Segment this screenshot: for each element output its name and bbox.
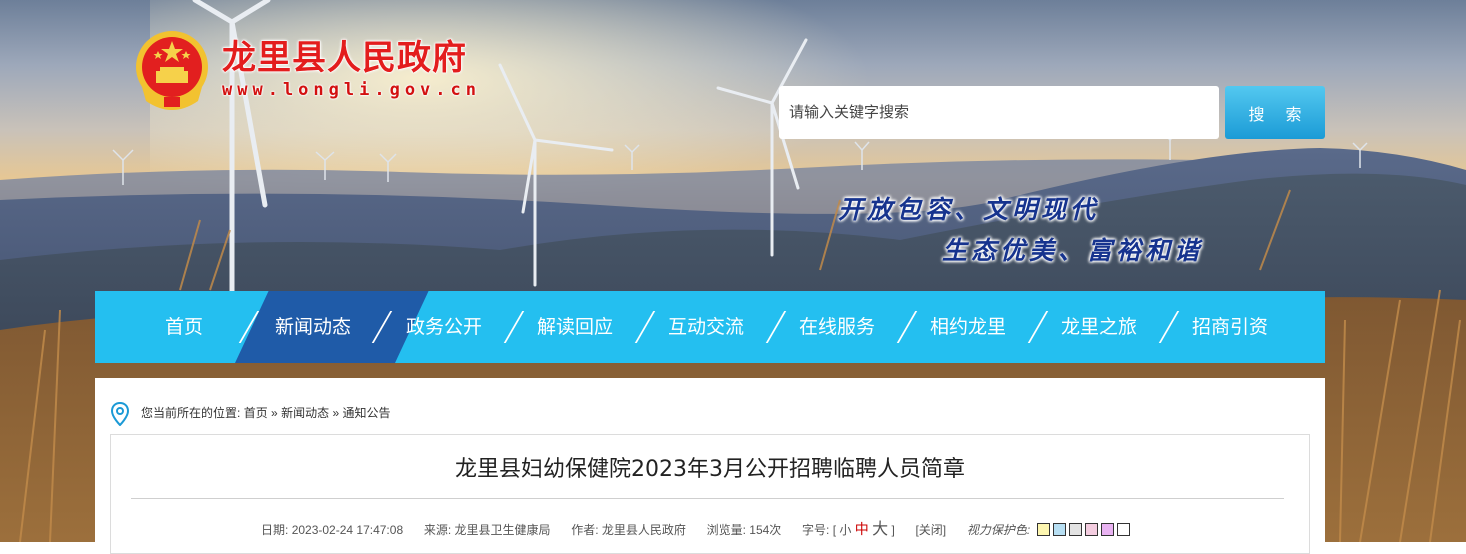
date-value: 2023-02-24 17:47:08 — [291, 523, 404, 537]
main-nav: 首页 新闻动态 政务公开 解读回应 互动交流 在线服务 相约龙里 龙里之旅 招商… — [95, 291, 1325, 363]
vision-color-swatch[interactable] — [1116, 523, 1130, 536]
vision-color-swatch[interactable] — [1052, 523, 1066, 536]
breadcrumb-separator: » — [332, 406, 340, 420]
nav-item-online-service[interactable]: 在线服务 — [799, 291, 875, 363]
site-url[interactable]: www.longli.gov.cn — [222, 80, 481, 100]
breadcrumb-link-home[interactable]: 首页 — [244, 406, 268, 420]
date-label: 日期: — [261, 523, 289, 537]
article-container: 龙里县妇幼保健院2023年3月公开招聘临聘人员简章 日期: 2023-02-24… — [110, 434, 1310, 554]
slogan-line-1: 开放包容、文明现代 — [838, 195, 1100, 224]
font-size-large[interactable]: 大 — [872, 521, 888, 538]
nav-separator — [1027, 311, 1049, 343]
nav-item-interpretation[interactable]: 解读回应 — [537, 291, 613, 363]
breadcrumb-link-notice[interactable]: 通知公告 — [342, 406, 390, 420]
article-title: 龙里县妇幼保健院2023年3月公开招聘临聘人员简章 — [455, 457, 965, 482]
source-label: 来源: — [423, 523, 452, 537]
search-input[interactable] — [779, 86, 1219, 139]
font-size-medium[interactable]: 中 — [855, 521, 869, 537]
nav-separator — [503, 311, 525, 343]
national-emblem-logo — [136, 31, 208, 110]
site-title[interactable]: 龙里县人民政府 — [222, 30, 467, 79]
nav-separator — [634, 311, 656, 343]
close-link[interactable]: [关闭] — [915, 523, 946, 537]
font-size-label: 字号: — [802, 523, 830, 537]
nav-separator — [896, 311, 918, 343]
author-label: 作者: — [571, 523, 599, 537]
font-size-small[interactable]: 小 — [839, 523, 851, 537]
search-button[interactable]: 搜 索 — [1225, 86, 1325, 139]
source-value: 龙里县卫生健康局 — [454, 523, 551, 537]
vision-protect-label: 视力保护色: — [966, 523, 1031, 537]
nav-separator — [765, 311, 787, 343]
nav-separator — [1158, 311, 1180, 343]
location-pin-icon — [110, 402, 130, 426]
nav-item-news[interactable]: 新闻动态 — [275, 291, 351, 363]
title-divider — [131, 498, 1284, 499]
vision-color-swatch[interactable] — [1068, 523, 1082, 536]
views-value: 154次 — [749, 523, 782, 537]
vision-color-swatch[interactable] — [1084, 523, 1098, 536]
vision-color-swatch[interactable] — [1036, 523, 1050, 536]
nav-item-meet-longli[interactable]: 相约龙里 — [930, 291, 1006, 363]
views-label: 浏览量: — [706, 523, 746, 537]
article-meta: 日期: 2023-02-24 17:47:08 来源: 龙里县卫生健康局 作者:… — [261, 515, 1130, 539]
content-panel: 您当前所在的位置: 首页 » 新闻动态 » 通知公告 龙里县妇幼保健院2023年… — [95, 378, 1325, 554]
nav-item-longli-tour[interactable]: 龙里之旅 — [1061, 291, 1137, 363]
slogan-line-2: 生态优美、富裕和谐 — [942, 236, 1204, 265]
nav-item-interaction[interactable]: 互动交流 — [668, 291, 744, 363]
author-value: 龙里县人民政府 — [601, 523, 686, 537]
breadcrumb-separator: » — [271, 406, 278, 420]
breadcrumb: 您当前所在的位置: 首页 » 新闻动态 » 通知公告 — [141, 404, 390, 421]
nav-item-investment[interactable]: 招商引资 — [1192, 291, 1268, 363]
vision-color-swatch[interactable] — [1100, 523, 1114, 536]
nav-item-gov-affairs[interactable]: 政务公开 — [406, 291, 482, 363]
breadcrumb-link-news[interactable]: 新闻动态 — [281, 406, 329, 420]
nav-item-home[interactable]: 首页 — [165, 291, 203, 363]
breadcrumb-prefix: 您当前所在的位置: — [141, 406, 241, 420]
